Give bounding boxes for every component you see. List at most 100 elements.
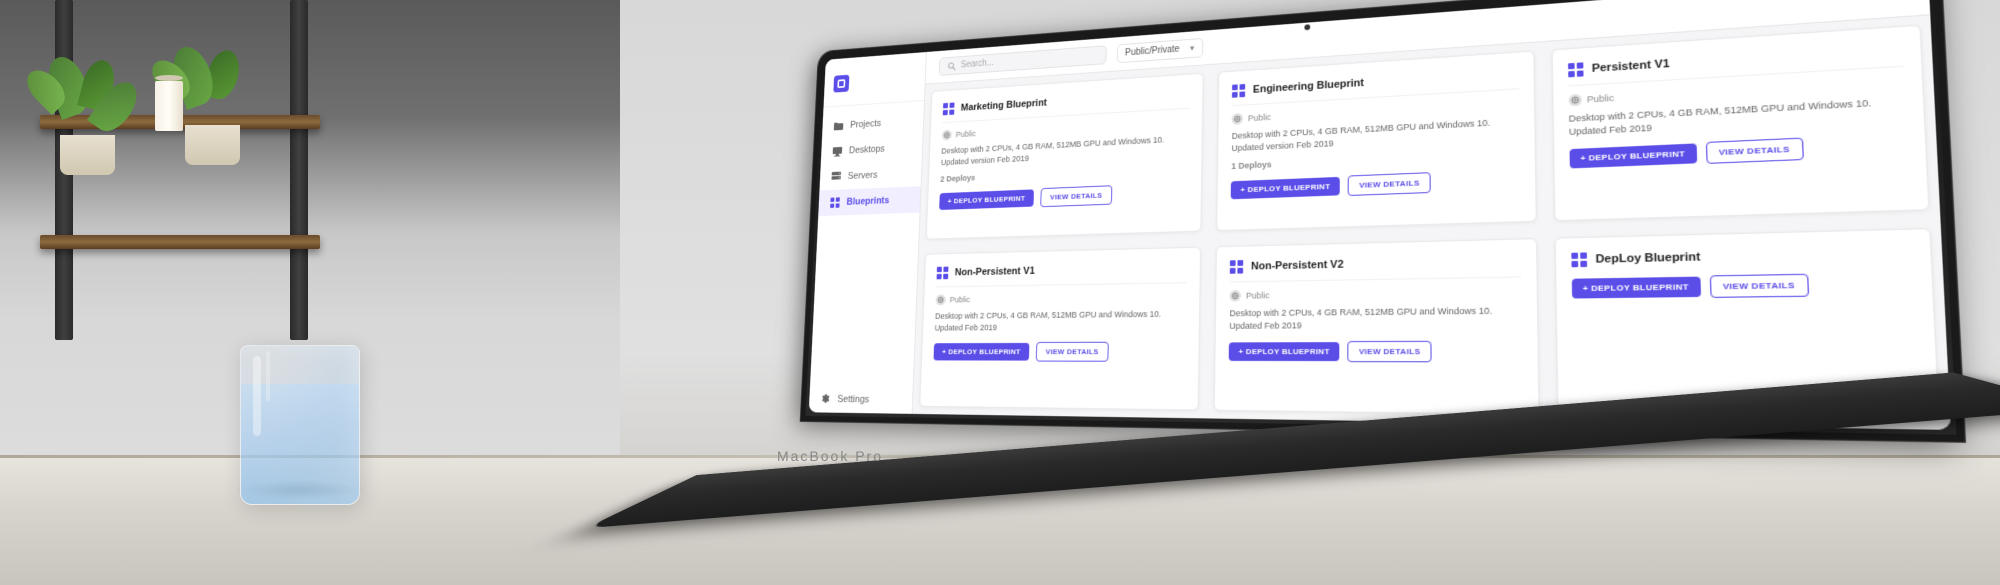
- bp-icon-cell: [1571, 253, 1578, 259]
- deploy-button-persistent-v1[interactable]: + DEPLOY BLUEPRINT: [1569, 144, 1697, 169]
- blueprint-card-icon-marketing: [943, 102, 955, 115]
- blueprint-card-persistent-v1: Persistent V1 Public Desktop with 2 CPUs…: [1551, 25, 1930, 222]
- bp-icon-cell: [1568, 63, 1575, 69]
- bp-icon-cell: [1232, 84, 1238, 90]
- visibility-label-engineering: Public: [1248, 112, 1271, 123]
- laptop-wrapper: Projects Desktops: [480, 0, 2000, 570]
- bp-icon-cell: [949, 102, 954, 108]
- candle-body: [155, 81, 183, 131]
- card-header-persistent-v1: Persistent V1: [1568, 42, 1904, 77]
- sidebar-item-settings[interactable]: Settings: [809, 386, 913, 414]
- card-visibility-non-persistent-v2: Public: [1230, 286, 1522, 302]
- card-header-non-persistent-v1: Non-Persistent V1: [937, 261, 1188, 279]
- blueprint-icon: [829, 196, 840, 208]
- bp-icon-cell: [937, 267, 942, 272]
- sidebar-flex: Projects Desktops: [809, 62, 926, 414]
- sidebar-item-blueprints[interactable]: Blueprints: [818, 186, 920, 216]
- bp-icon-cell: [937, 274, 942, 279]
- deploy-button-engineering[interactable]: + DEPLOY BLUEPRINT: [1231, 177, 1340, 199]
- filter-wrap: Public/Private Public Private ▼: [1117, 38, 1203, 63]
- glass-highlight-2: [266, 351, 270, 401]
- blueprint-card-marketing: Marketing Blueprint Public Desktop with …: [926, 73, 1204, 240]
- card-actions-non-persistent-v2: + DEPLOY BLUEPRINT VIEW DETAILS: [1229, 341, 1522, 363]
- bp-grid-icon-3: [1568, 62, 1584, 77]
- macbook-pro-label: MacBook Pro: [200, 448, 1460, 464]
- plant-leaves-left: [42, 50, 132, 130]
- glass-container: [240, 345, 360, 505]
- bp-grid-icon-4: [937, 267, 949, 280]
- sidebar-spacer: [810, 212, 920, 386]
- plant-right: [185, 40, 257, 165]
- deploy-button-deploy-blueprint[interactable]: + DEPLOY BLUEPRINT: [1571, 277, 1700, 299]
- blueprint-card-icon-non-persistent-v2: [1230, 260, 1243, 274]
- blueprint-card-icon-non-persistent-v1: [937, 267, 949, 280]
- deploy-button-marketing[interactable]: + DEPLOY BLUEPRINT: [939, 190, 1034, 211]
- desktop-icon: [832, 145, 843, 157]
- sidebar: Projects Desktops: [809, 52, 927, 414]
- glass-of-water: [240, 345, 360, 505]
- visibility-icon-marketing: [942, 130, 952, 141]
- filter-select[interactable]: Public/Private Public Private: [1117, 38, 1203, 63]
- bp-icon-cell: [943, 103, 948, 109]
- blueprint-card-engineering: Engineering Blueprint Public Desktop wit…: [1217, 51, 1537, 232]
- app-container: Projects Desktops: [809, 0, 1951, 430]
- sidebar-item-label-settings: Settings: [837, 394, 869, 405]
- deploy-button-non-persistent-v2[interactable]: + DEPLOY BLUEPRINT: [1229, 342, 1340, 361]
- card-header-deploy-blueprint: DepLoy Blueprint: [1571, 245, 1913, 267]
- visibility-icon-persistent-v1: [1568, 94, 1581, 107]
- visibility-label-non-persistent-v2: Public: [1246, 291, 1270, 301]
- shelf-pole-right: [290, 0, 308, 340]
- bp-grid-icon-5: [1230, 260, 1243, 274]
- blueprints-grid: Marketing Blueprint Public Desktop with …: [912, 15, 1950, 430]
- view-details-button-persistent-v1[interactable]: VIEW DETAILS: [1706, 138, 1804, 164]
- plant-pot-right: [185, 125, 240, 165]
- sidebar-item-label-servers: Servers: [848, 170, 878, 182]
- card-description-non-persistent-v2: Desktop with 2 CPUs, 4 GB RAM, 512MB GPU…: [1229, 304, 1521, 332]
- card-title-non-persistent-v2: Non-Persistent V2: [1251, 259, 1344, 273]
- card-title-deploy-blueprint: DepLoy Blueprint: [1595, 251, 1700, 266]
- visibility-label-persistent-v1: Public: [1587, 93, 1614, 105]
- bp-icon-cell: [949, 109, 954, 115]
- glass-highlight-1: [253, 356, 261, 436]
- blueprint-card-icon-engineering: [1232, 84, 1245, 98]
- plant-left: [60, 50, 132, 175]
- bp-grid-icon: [943, 102, 955, 115]
- card-header-marketing: Marketing Blueprint: [943, 87, 1190, 115]
- folder-icon: [833, 120, 844, 133]
- search-box[interactable]: Search...: [939, 45, 1107, 76]
- bp-icon-cell: [1568, 71, 1575, 77]
- server-icon: [831, 171, 842, 183]
- sidebar-item-label-projects: Projects: [850, 118, 881, 130]
- card-title-marketing: Marketing Blueprint: [961, 97, 1047, 113]
- visibility-icon-non-persistent-v2: [1230, 290, 1242, 302]
- card-actions-deploy-blueprint: + DEPLOY BLUEPRINT VIEW DETAILS: [1571, 272, 1914, 300]
- view-details-button-engineering[interactable]: VIEW DETAILS: [1348, 172, 1431, 196]
- bp-icon-cell: [1580, 252, 1587, 258]
- card-actions-non-persistent-v1: + DEPLOY BLUEPRINT VIEW DETAILS: [933, 342, 1185, 362]
- sidebar-item-label-desktops: Desktops: [849, 144, 885, 156]
- bp-icon-cell: [1238, 260, 1244, 266]
- search-placeholder: Search...: [961, 58, 994, 70]
- bp-icon-cell: [943, 267, 948, 272]
- visibility-icon-non-persistent-v1: [936, 294, 946, 305]
- view-details-button-non-persistent-v1[interactable]: VIEW DETAILS: [1036, 342, 1109, 362]
- view-details-button-marketing[interactable]: VIEW DETAILS: [1040, 185, 1112, 207]
- card-deploys-marketing: 2 Deploys: [940, 164, 1189, 184]
- visibility-icon-engineering: [1232, 113, 1243, 125]
- deploy-button-non-persistent-v1[interactable]: + DEPLOY BLUEPRINT: [933, 343, 1029, 361]
- card-title-persistent-v1: Persistent V1: [1592, 58, 1670, 75]
- main-content: Search... Public/Private Public Private …: [912, 0, 1950, 430]
- sidebar-item-label-blueprints: Blueprints: [846, 195, 889, 207]
- visibility-label-marketing: Public: [956, 129, 976, 139]
- view-details-button-deploy-blueprint[interactable]: VIEW DETAILS: [1709, 274, 1808, 298]
- bp-icon-cell: [1577, 70, 1584, 76]
- shelf-board-bottom: [40, 235, 320, 249]
- view-details-button-non-persistent-v2[interactable]: VIEW DETAILS: [1348, 341, 1432, 362]
- bp-icon-cell: [1571, 261, 1578, 267]
- blueprint-card-icon-persistent-v1: [1568, 62, 1584, 77]
- sidebar-logo: [833, 70, 915, 93]
- bp-icon-cell: [1576, 62, 1583, 68]
- blueprint-card-icon-deploy-blueprint: [1571, 252, 1587, 267]
- candle: [155, 75, 183, 131]
- bp-grid-icon-2: [1232, 84, 1245, 98]
